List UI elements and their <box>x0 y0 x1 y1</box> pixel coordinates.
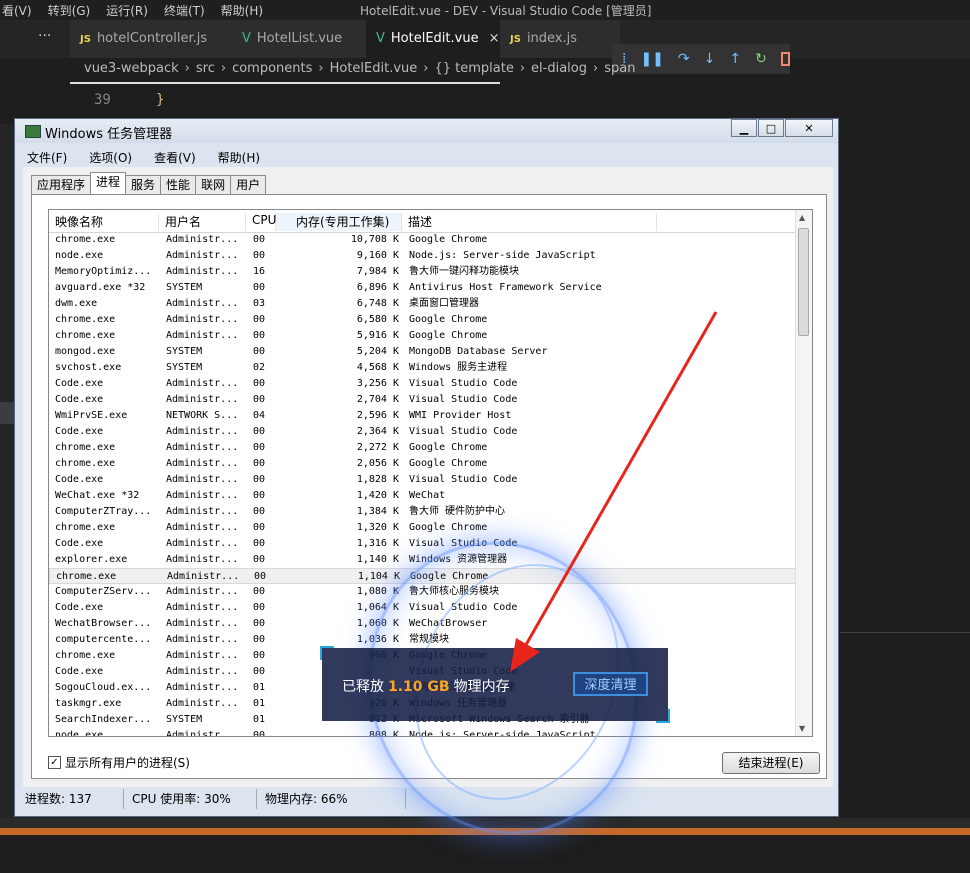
arrow-shaft <box>521 311 718 651</box>
red-arrow-annotation <box>510 311 718 672</box>
arrow-head <box>510 638 540 672</box>
